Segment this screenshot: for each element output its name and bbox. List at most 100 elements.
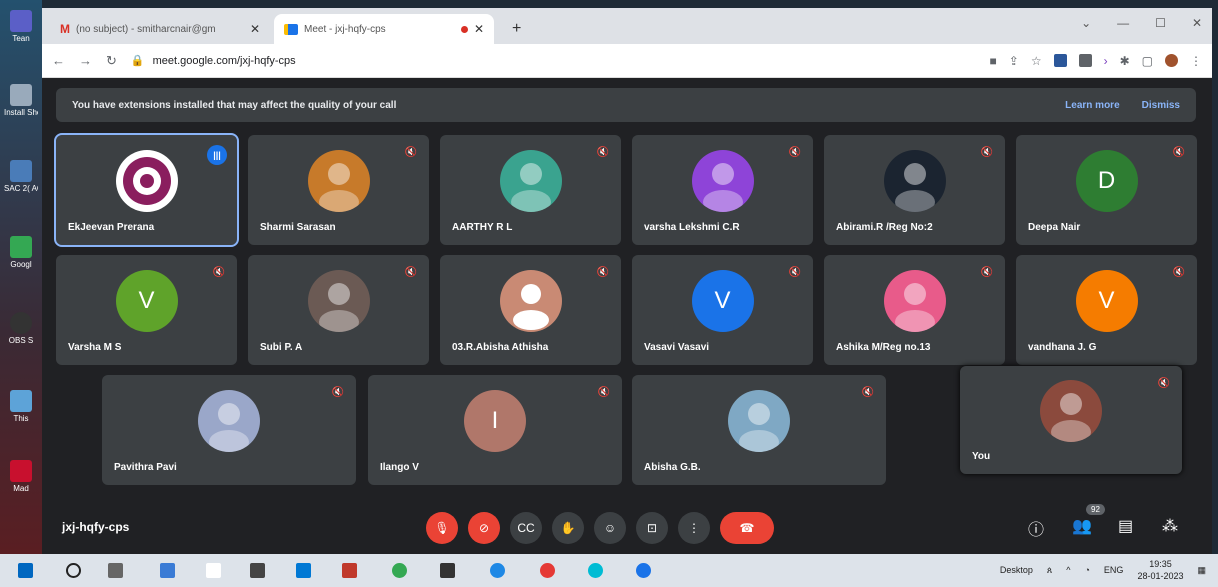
emoji-button[interactable]: ☺ xyxy=(594,512,626,544)
bookmark-star-icon[interactable]: ☆ xyxy=(1031,54,1042,68)
participant-tile[interactable]: V 🔇 Varsha M S xyxy=(56,255,237,365)
chevron-up-icon[interactable]: ^ xyxy=(1066,565,1070,575)
participant-name: vandhana J. G xyxy=(1028,342,1097,353)
address-bar-row: ← → ↻ 🔒 meet.google.com/jxj-hqfy-cps ■ ⇪… xyxy=(42,44,1212,78)
person-icon[interactable]: ጰ xyxy=(1047,565,1052,576)
mic-muted-icon: 🔇 xyxy=(597,387,610,398)
end-call-button[interactable]: ☎ xyxy=(720,512,774,544)
participant-avatar xyxy=(728,390,790,453)
extension-icon[interactable] xyxy=(1078,54,1092,67)
task-view-icon[interactable] xyxy=(108,563,123,578)
chat-icon[interactable]: ▤ xyxy=(1118,516,1133,536)
gmail-icon: M xyxy=(60,22,70,36)
participant-tile[interactable]: 🔇 Ashika M/Reg no.13 xyxy=(824,255,1005,365)
address-bar[interactable]: 🔒 meet.google.com/jxj-hqfy-cps xyxy=(130,54,976,67)
menu-kebab-icon[interactable]: ⋮ xyxy=(1190,54,1202,68)
more-options-button[interactable]: ⋮ xyxy=(678,512,710,544)
participant-tile[interactable]: ||| EkJeevan Prerana xyxy=(54,133,239,247)
participant-tile[interactable]: 🔇 03.R.Abisha Athisha xyxy=(440,255,621,365)
camera-off-button[interactable]: ⊘ xyxy=(468,512,500,544)
participant-tile[interactable]: I 🔇 Ilango V xyxy=(368,375,622,485)
participant-tile[interactable]: 🔇 Pavithra Pavi xyxy=(102,375,356,485)
sidepanel-icon[interactable]: ▢ xyxy=(1142,54,1153,68)
mic-muted-icon: 🔇 xyxy=(404,267,417,278)
present-button[interactable]: ⊡ xyxy=(636,512,668,544)
participant-tile[interactable]: 🔇 Sharmi Sarasan xyxy=(248,135,429,245)
browser-icon[interactable] xyxy=(588,563,603,578)
participant-tile[interactable]: 🔇 Abirami.R /Reg No:2 xyxy=(824,135,1005,245)
mic-off-button[interactable]: 🎙 xyxy=(426,512,458,544)
participant-tile[interactable]: 🔇 Subi P. A xyxy=(248,255,429,365)
captions-button[interactable]: CC xyxy=(510,512,542,544)
participant-name: You xyxy=(972,451,991,462)
edge-icon[interactable] xyxy=(490,563,505,578)
maximize-button[interactable]: ☐ xyxy=(1155,16,1166,30)
desktop-icon-this-pc[interactable]: This xyxy=(4,390,38,423)
info-icon[interactable]: ⓘ xyxy=(1028,516,1044,540)
meet-icon xyxy=(284,23,298,35)
desktop-icon-mcafee[interactable]: Mad xyxy=(4,460,38,493)
language-indicator[interactable]: ENG xyxy=(1104,565,1124,575)
notifications-icon[interactable]: ▦ xyxy=(1197,565,1206,576)
new-tab-button[interactable]: + xyxy=(512,20,521,38)
camera-icon[interactable]: ■ xyxy=(990,54,997,68)
network-icon[interactable]: ◔ xyxy=(1084,565,1089,575)
learn-more-link[interactable]: Learn more xyxy=(1065,100,1119,111)
close-window-button[interactable]: ✕ xyxy=(1192,16,1202,30)
mic-muted-icon: 🔇 xyxy=(331,387,344,398)
close-icon[interactable]: ✕ xyxy=(250,22,260,36)
mic-muted-icon: 🔇 xyxy=(596,267,609,278)
participant-avatar xyxy=(883,270,946,333)
opera-icon[interactable] xyxy=(540,563,555,578)
dismiss-button[interactable]: Dismiss xyxy=(1142,100,1180,111)
puzzle-icon[interactable]: ✱ xyxy=(1120,54,1130,68)
learning-app-icon[interactable] xyxy=(296,563,311,578)
raise-hand-button[interactable]: ✋ xyxy=(552,512,584,544)
paint-icon[interactable] xyxy=(342,563,357,578)
forward-button[interactable]: → xyxy=(79,53,92,68)
tab-gmail[interactable]: M (no subject) - smitharcnair@gm ✕ xyxy=(50,14,270,44)
participant-avatar xyxy=(307,270,370,333)
search-icon[interactable] xyxy=(66,563,81,578)
clock[interactable]: 19:35 28-01-2023 xyxy=(1137,558,1183,582)
tab-meet[interactable]: Meet - jxj-hqfy-cps ✕ xyxy=(274,14,494,44)
desktop-icon-teams[interactable]: Tean xyxy=(4,10,38,43)
participant-avatar xyxy=(115,150,178,213)
participant-avatar: D xyxy=(1075,150,1138,213)
file-explorer-icon[interactable] xyxy=(160,563,175,578)
close-icon[interactable]: ✕ xyxy=(474,22,484,36)
document-icon[interactable] xyxy=(206,563,221,578)
chrome-icon[interactable] xyxy=(392,563,407,578)
participant-tile[interactable]: D 🔇 Deepa Nair xyxy=(1016,135,1197,245)
participant-tile[interactable]: 🔇 Abisha G.B. xyxy=(632,375,886,485)
participant-tile[interactable]: V 🔇 vandhana J. G xyxy=(1016,255,1197,365)
tab-search-button[interactable]: ⌄ xyxy=(1081,16,1091,30)
back-button[interactable]: ← xyxy=(52,53,65,68)
participant-avatar: I xyxy=(464,390,526,453)
participant-name: varsha Lekshmi C.R xyxy=(644,222,740,233)
mic-muted-icon: 🔇 xyxy=(980,147,993,158)
participant-tile[interactable]: 🔇 You xyxy=(960,366,1182,474)
participant-tile[interactable]: 🔇 AARTHY R L xyxy=(440,135,621,245)
zoom-icon[interactable] xyxy=(636,563,651,578)
arrow-extension-icon[interactable]: › xyxy=(1104,54,1108,68)
participant-tile[interactable]: V 🔇 Vasavi Vasavi xyxy=(632,255,813,365)
windows-start-icon[interactable] xyxy=(18,563,33,578)
clock-time: 19:35 xyxy=(1149,559,1172,569)
desktop-icon-google[interactable]: Googl xyxy=(4,236,38,269)
word-extension-icon[interactable] xyxy=(1053,54,1067,67)
participant-tile[interactable]: 🔇 varsha Lekshmi C.R xyxy=(632,135,813,245)
profile-avatar[interactable] xyxy=(1165,54,1178,67)
store-icon[interactable] xyxy=(250,563,265,578)
desktop-icon-install[interactable]: Install She xyxy=(4,84,38,117)
reload-button[interactable]: ↻ xyxy=(106,53,117,69)
desktop-icon-sac[interactable]: SAC 2( ACTIV xyxy=(4,160,38,193)
share-icon[interactable]: ⇪ xyxy=(1009,54,1019,68)
mail-icon[interactable] xyxy=(440,563,455,578)
minimize-button[interactable]: — xyxy=(1117,16,1129,30)
activities-icon[interactable]: ⁂ xyxy=(1162,516,1178,536)
desktop-toolbar-label[interactable]: Desktop xyxy=(1000,565,1033,575)
people-icon[interactable]: 👥 xyxy=(1072,516,1092,536)
desktop-strip: Tean Install She SAC 2( ACTIV Googl OBS … xyxy=(0,0,42,554)
desktop-icon-obs[interactable]: OBS S xyxy=(4,312,38,345)
